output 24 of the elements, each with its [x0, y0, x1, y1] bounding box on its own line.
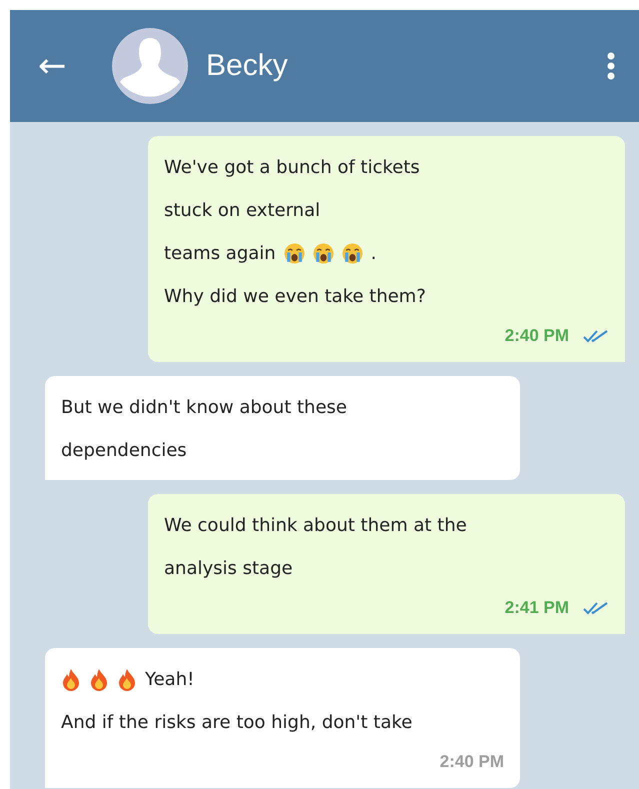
message-text: And if the risks are too high, don't take	[61, 712, 412, 733]
crying-face-icon	[284, 243, 305, 264]
fire-icon	[117, 668, 137, 692]
message-time: 2:41 PM	[504, 598, 569, 618]
message-time: 2:40 PM	[504, 326, 569, 346]
contact-name: Becky	[206, 49, 289, 83]
message-text: .	[370, 243, 376, 264]
back-button[interactable]: ←	[38, 46, 98, 86]
fire-icon	[61, 668, 81, 692]
crying-face-icon	[312, 243, 334, 264]
message-text: Why did we even take them?	[164, 286, 426, 307]
message-time: 2:40 PM	[440, 752, 504, 772]
message-text: Yeah!	[145, 669, 194, 690]
fire-icon	[89, 668, 109, 692]
avatar-icon	[112, 28, 188, 104]
message-text: But we didn't know about these	[61, 397, 347, 418]
message-text: dependencies	[61, 440, 187, 461]
message-text: teams again	[164, 243, 276, 264]
message-text: stuck on external	[164, 200, 320, 221]
crying-face-icon	[342, 243, 363, 264]
message-text: We've got a bunch of tickets	[164, 157, 420, 178]
message-text: analysis stage	[164, 558, 293, 579]
more-options-icon[interactable]	[607, 52, 615, 80]
message-text: We could think about them at the	[164, 515, 467, 536]
